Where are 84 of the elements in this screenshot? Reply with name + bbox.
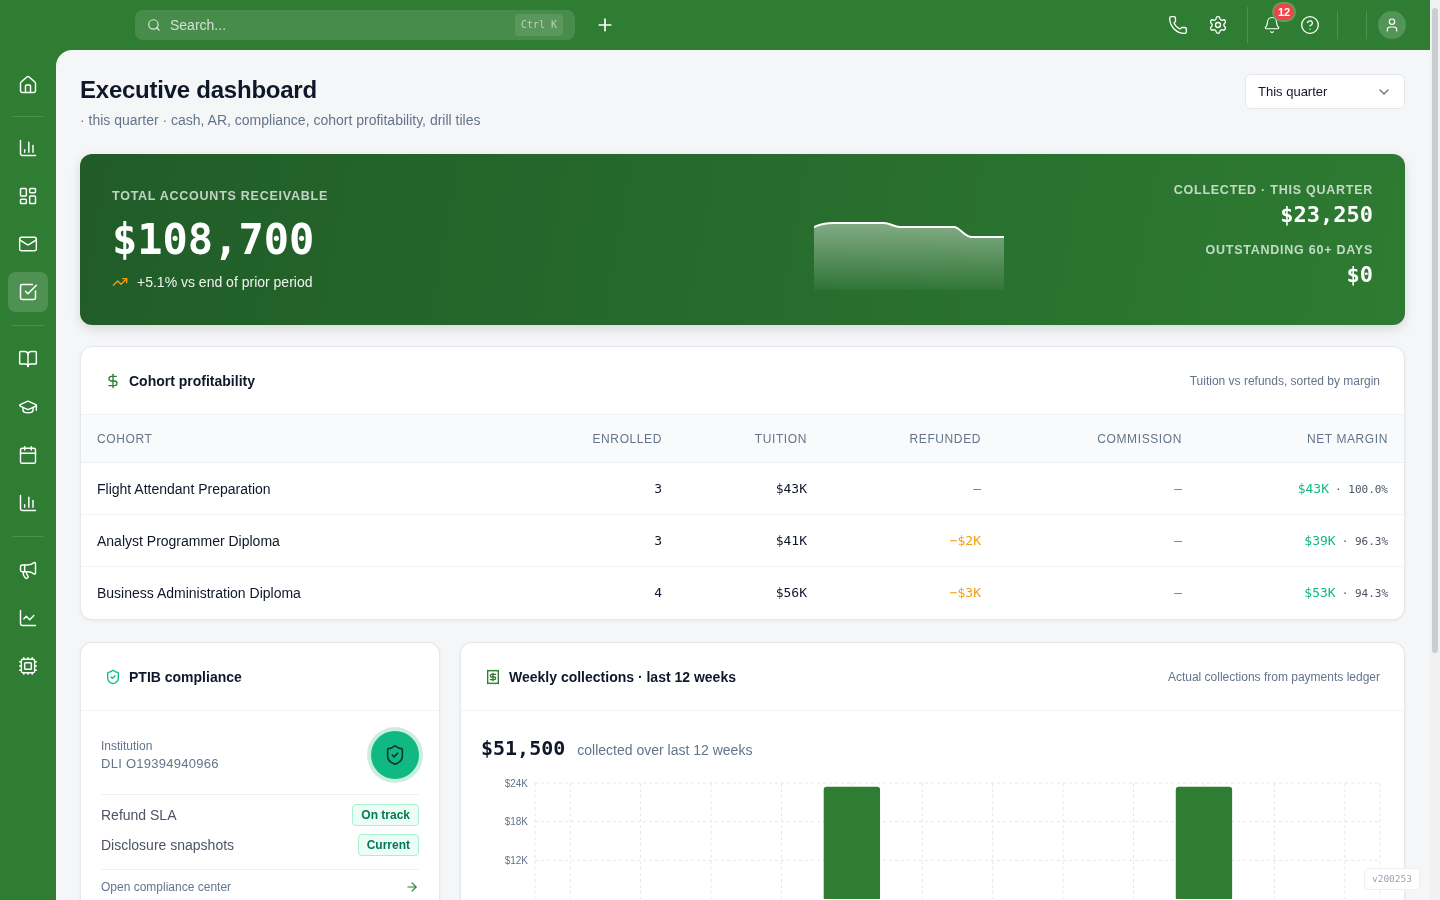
- dollar-icon: [105, 372, 121, 389]
- mail-icon: [18, 234, 38, 254]
- shield-badge-icon: [367, 727, 423, 783]
- shortcut-hint: Ctrl K: [514, 14, 563, 36]
- margin-percent: · 96.3%: [1341, 533, 1388, 550]
- card-note: Tuition vs refunds, sorted by margin: [1189, 372, 1380, 389]
- graduation-cap-icon: [18, 397, 38, 417]
- y-axis-label: $18K: [504, 816, 528, 828]
- table-cell-text: 4: [653, 584, 663, 602]
- stat-label: COLLECTED · THIS QUARTER: [1173, 181, 1373, 198]
- book-icon: [18, 349, 38, 369]
- user-icon: [1384, 17, 1400, 33]
- check-label: Refund SLA: [101, 806, 177, 825]
- table-cell-text: Analyst Programmer Diploma: [96, 531, 281, 551]
- margin-percent: · 94.3%: [1341, 586, 1388, 602]
- column-header: NET MARGIN: [1305, 430, 1389, 447]
- sidebar-item[interactable]: [8, 272, 48, 312]
- margin-amount: $53K: [1304, 584, 1336, 602]
- stat-label: OUTSTANDING 60+ DAYS: [1205, 241, 1373, 258]
- trend-text: +5.1% vs end of prior period: [137, 272, 313, 292]
- shield-check-icon: [105, 668, 121, 685]
- institution-label: Institution: [101, 738, 154, 755]
- dashboard-icon: [18, 186, 38, 206]
- table-cell-text: Flight Attendant Preparation: [96, 479, 272, 499]
- table-cell-text: 3: [653, 479, 663, 498]
- page-subtitle: · this quarter · cash, AR, compliance, cohort profitability, drill tiles: [80, 111, 481, 130]
- avatar-button[interactable]: [1378, 11, 1406, 39]
- bar-chart-icon: [18, 493, 38, 513]
- search-icon: [147, 18, 161, 32]
- table-cell-text: $41K: [774, 531, 808, 550]
- y-axis-label: $12K: [504, 854, 528, 866]
- column-header: COMMISSION: [1096, 430, 1183, 447]
- margin-percent: · 100.0%: [1335, 481, 1388, 498]
- column-header: REFUNDED: [908, 430, 982, 447]
- table-cell-text: Business Administration Diploma: [96, 584, 302, 603]
- notification-badge: 12: [1272, 2, 1297, 22]
- margin-amount: $39K: [1304, 531, 1336, 550]
- status-badge: Current: [357, 834, 419, 856]
- megaphone-icon: [18, 560, 38, 580]
- page-title: Executive dashboard: [80, 75, 318, 105]
- table-cell-text: —: [972, 479, 982, 498]
- column-header: ENROLLED: [591, 430, 663, 447]
- check-label: Disclosure snapshots: [101, 836, 235, 855]
- stat-value: $23,250: [1280, 201, 1373, 228]
- bar-chart-icon: [18, 138, 38, 158]
- home-icon: [18, 75, 38, 95]
- status-badge: On track: [352, 804, 419, 826]
- help-icon: [1300, 15, 1320, 35]
- total-caption: collected over last 12 weeks: [577, 741, 753, 760]
- card-title: Cohort profitability: [129, 371, 255, 391]
- column-header: TUITION: [753, 430, 808, 447]
- line-chart-icon: [18, 608, 38, 628]
- table-cell-text: —: [1173, 479, 1183, 498]
- card-title: Weekly collections · last 12 weeks: [509, 667, 736, 687]
- bell-icon: [1263, 16, 1281, 34]
- period-select[interactable]: This quarter: [1245, 74, 1405, 109]
- chip-icon: [18, 656, 38, 676]
- card-title: PTIB compliance: [129, 667, 242, 687]
- column-header: COHORT: [96, 430, 154, 447]
- margin-amount: $43K: [1297, 479, 1329, 498]
- table-cell-text: $43K: [774, 479, 808, 498]
- calendar-icon: [18, 445, 38, 465]
- phone-icon: [1168, 15, 1188, 35]
- scrollbar[interactable]: [1430, 0, 1440, 900]
- version-tag: v200253: [1363, 868, 1420, 890]
- stat-value: $0: [1346, 261, 1373, 288]
- summary-value: $108,700: [112, 213, 315, 266]
- notifications-button[interactable]: 12: [1254, 2, 1294, 48]
- card-note: Actual collections from payments ledger: [1167, 668, 1380, 685]
- summary-label: TOTAL ACCOUNTS RECEIVABLE: [112, 187, 328, 204]
- institution-id: DLI O19394940966: [101, 755, 219, 773]
- check-square-icon: [18, 282, 38, 302]
- collections-total: $51,500: [481, 735, 566, 762]
- table-cell-text: 3: [653, 531, 663, 550]
- table-cell-text: $56K: [774, 584, 808, 602]
- table-cell-text: —: [1173, 584, 1183, 602]
- scrollbar-thumb[interactable]: [1432, 8, 1438, 653]
- table-cell-text: −$3K: [948, 584, 982, 602]
- settings-icon: [1208, 15, 1228, 35]
- table-cell-text: —: [1173, 531, 1183, 550]
- table-cell-text: −$2K: [948, 531, 982, 550]
- compliance-link[interactable]: Open compliance center: [101, 870, 419, 896]
- y-axis-label: $24K: [504, 777, 528, 789]
- receipt-icon: [485, 668, 501, 685]
